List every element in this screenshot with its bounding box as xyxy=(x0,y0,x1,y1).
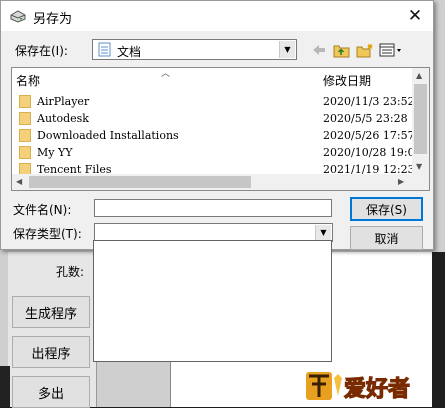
horizontal-scroll-thumb[interactable] xyxy=(29,176,251,188)
scroll-left-icon[interactable]: ◀ xyxy=(16,177,22,186)
chevron-down-icon[interactable]: ▼ xyxy=(279,41,295,58)
scroll-down-icon[interactable]: ▼ xyxy=(416,162,422,171)
folder-icon xyxy=(19,112,31,125)
file-date: 2020/5/26 17:57 xyxy=(323,129,415,142)
save-as-dialog: 另存为 ✕ 保存在(I): 文档 ▼ ︿ 名称 修改日期 AirPlayer 2… xyxy=(0,0,434,250)
file-name: Downloaded Installations xyxy=(37,129,179,142)
save-in-label: 保存在(I): xyxy=(15,44,68,58)
file-date: 2020/10/28 19:0 xyxy=(323,146,415,159)
generate-program-button[interactable]: 生成程序 xyxy=(12,296,90,328)
scroll-right-icon[interactable]: ▶ xyxy=(398,177,404,186)
horizontal-scrollbar[interactable]: ◀ ▶ xyxy=(12,174,412,190)
file-name: Autodesk xyxy=(37,112,89,125)
file-list[interactable]: ︿ 名称 修改日期 AirPlayer 2020/11/3 23:52 Auto… xyxy=(11,67,430,191)
hole-count-label: 孔数: xyxy=(56,265,85,279)
chevron-down-icon[interactable]: ▼ xyxy=(315,225,331,240)
save-button[interactable]: 保存(S) xyxy=(350,197,423,221)
file-name: AirPlayer xyxy=(37,95,90,108)
vertical-scrollbar[interactable]: ▲ ▼ xyxy=(412,68,429,190)
list-item[interactable]: AirPlayer 2020/11/3 23:52 xyxy=(12,93,415,110)
output-program-button[interactable]: 出程序 xyxy=(12,336,90,368)
filetype-dropdown-list[interactable] xyxy=(93,240,332,362)
multi-output-button[interactable]: 多出 xyxy=(12,376,90,408)
dialog-title: 另存为 xyxy=(33,12,73,27)
list-item[interactable]: Downloaded Installations 2020/5/26 17:57 xyxy=(12,127,415,144)
view-menu-icon[interactable] xyxy=(379,41,403,59)
scroll-up-icon[interactable]: ▲ xyxy=(416,71,422,80)
file-name: My YY xyxy=(37,146,73,159)
folder-doc-icon xyxy=(98,42,111,57)
watermark-logo: 爱好者 xyxy=(306,372,411,403)
column-header-modified[interactable]: 修改日期 xyxy=(323,72,371,89)
cancel-button[interactable]: 取消 xyxy=(350,226,423,250)
folder-icon xyxy=(19,129,31,142)
vertical-scroll-thumb[interactable] xyxy=(414,84,427,154)
save-in-value: 文档 xyxy=(117,45,142,59)
list-item[interactable]: Autodesk 2020/5/5 23:28 xyxy=(12,110,412,127)
list-item[interactable]: My YY 2020/10/28 19:0 xyxy=(12,144,415,161)
up-folder-icon[interactable] xyxy=(332,41,352,59)
filetype-label: 保存类型(T): xyxy=(13,227,82,241)
folder-icon xyxy=(19,95,31,108)
watermark-text: 爱好者 xyxy=(344,376,410,402)
save-in-combo[interactable]: 文档 ▼ xyxy=(92,39,297,60)
dialog-titlebar[interactable]: 另存为 ✕ xyxy=(1,1,433,31)
background-right-strip xyxy=(432,252,445,407)
file-date: 2020/11/3 23:52 xyxy=(323,95,415,108)
column-header-name[interactable]: 名称 xyxy=(16,72,40,89)
new-folder-icon[interactable] xyxy=(355,41,375,59)
back-arrow-icon[interactable] xyxy=(310,41,328,59)
filename-label: 文件名(N): xyxy=(13,203,72,217)
folder-icon xyxy=(19,146,31,159)
drive-icon xyxy=(10,10,26,23)
background-dark-edge xyxy=(0,366,10,407)
filename-input[interactable] xyxy=(94,199,332,217)
close-icon[interactable]: ✕ xyxy=(401,3,429,29)
file-date: 2020/5/5 23:28 xyxy=(323,112,408,125)
sort-caret-icon: ︿ xyxy=(161,69,171,79)
